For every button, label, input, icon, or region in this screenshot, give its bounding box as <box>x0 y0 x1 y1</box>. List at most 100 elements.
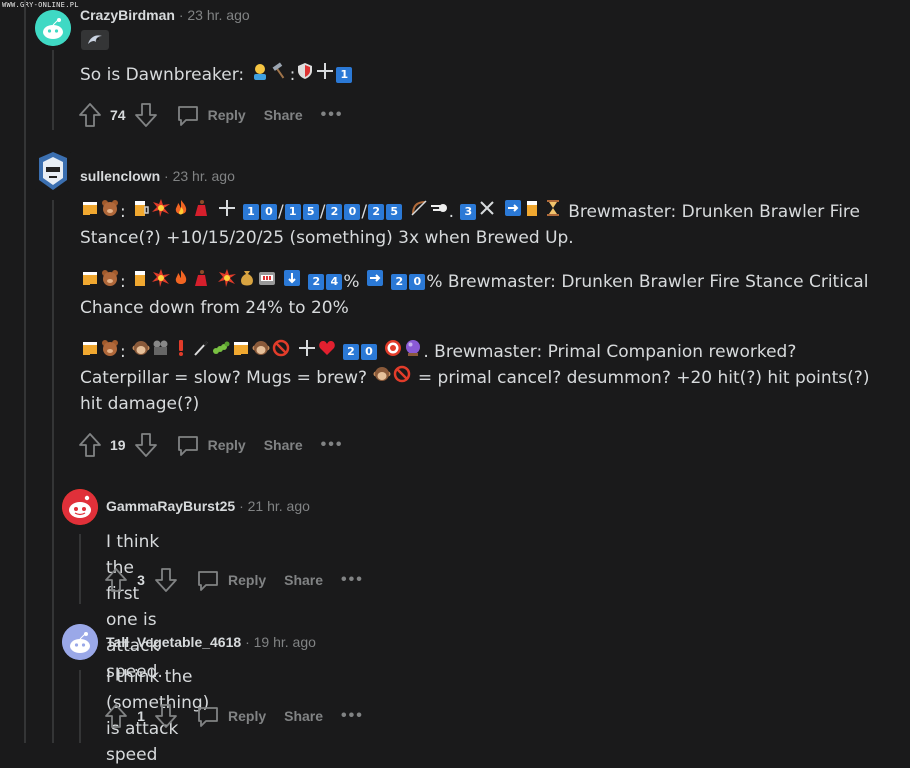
vote-count: 74 <box>110 107 126 123</box>
upvote-icon[interactable] <box>78 432 102 458</box>
team-liquid-icon <box>88 35 102 44</box>
dancer-icon <box>192 199 210 225</box>
beer-icon <box>132 199 150 225</box>
hourglass-icon <box>544 199 562 225</box>
comment-paragraph: : 2 4% 2 0% Brewmaster: Drunken Brawler Fi… <box>80 269 870 321</box>
comment-meta: CrazyBirdman · 23 hr. ago <box>80 7 250 23</box>
user-flair <box>81 30 109 50</box>
slot-machine-icon <box>258 269 276 295</box>
fire-icon <box>172 269 190 295</box>
prohibited-icon <box>272 339 290 365</box>
film-camera-icon <box>152 339 170 365</box>
author-name[interactable]: sullenclown <box>80 168 160 184</box>
bear-icon <box>101 199 119 225</box>
right-arrow-icon <box>366 269 384 295</box>
hammer-icon <box>271 62 289 88</box>
thread-line[interactable] <box>79 534 81 604</box>
snoo-avatar-icon <box>35 10 71 46</box>
thread-line[interactable] <box>52 200 54 743</box>
more-options-button[interactable]: ••• <box>321 106 344 124</box>
bear-icon <box>101 269 119 295</box>
avatar[interactable] <box>35 10 71 46</box>
keycap-1: 1 <box>336 67 353 83</box>
prohibited-icon <box>393 365 411 391</box>
vote-count: 1 <box>137 708 145 724</box>
timestamp[interactable]: 23 hr. ago <box>187 7 249 23</box>
downvote-icon[interactable] <box>134 102 158 128</box>
dash-icon <box>430 199 448 225</box>
right-arrow-icon <box>504 199 522 225</box>
comment-meta: GammaRayBurst25 · 21 hr. ago <box>106 498 310 514</box>
reply-button[interactable]: Reply <box>196 568 266 592</box>
shield-icon <box>296 62 314 88</box>
avatar[interactable] <box>62 489 98 525</box>
share-button[interactable]: Share <box>264 437 303 453</box>
reply-button[interactable]: Reply <box>176 103 246 127</box>
collision-icon <box>152 199 171 225</box>
timestamp[interactable]: 23 hr. ago <box>173 168 235 184</box>
caterpillar-icon <box>212 339 230 365</box>
more-options-button[interactable]: ••• <box>341 707 364 725</box>
reply-icon <box>177 436 198 456</box>
upvote-icon[interactable] <box>104 567 128 593</box>
crystal-ball-icon <box>404 339 422 365</box>
thread-line[interactable] <box>24 0 26 743</box>
downvote-icon[interactable] <box>154 703 178 729</box>
beer-icon <box>524 199 542 225</box>
monkey-icon <box>252 339 270 365</box>
share-button[interactable]: Share <box>284 572 323 588</box>
monkey-icon <box>373 365 391 391</box>
beer-mugs-icon <box>81 199 99 225</box>
person-blond-icon <box>251 62 269 88</box>
comment-body: I think the first one is attack speed. <box>106 532 163 682</box>
snoo-avatar-icon <box>62 489 98 525</box>
reply-button[interactable]: Reply <box>196 704 266 728</box>
author-name[interactable]: CrazyBirdman <box>80 7 175 23</box>
custom-avatar-icon <box>35 150 71 192</box>
money-bag-icon <box>238 269 256 295</box>
timestamp[interactable]: 21 hr. ago <box>248 498 310 514</box>
monkey-icon <box>132 339 150 365</box>
share-button[interactable]: Share <box>264 107 303 123</box>
beer-mugs-icon <box>232 339 250 365</box>
fire-icon <box>172 199 190 225</box>
more-options-button[interactable]: ••• <box>321 436 344 454</box>
comment-actions: 1 Reply Share ••• <box>104 703 364 729</box>
reply-icon <box>198 571 218 591</box>
watermark: WWW.GRY-ONLINE.PL <box>2 1 79 9</box>
thread-line[interactable] <box>52 50 54 130</box>
avatar[interactable] <box>62 624 98 660</box>
beer-mugs-icon <box>81 269 99 295</box>
more-options-button[interactable]: ••• <box>341 571 364 589</box>
comment-actions: 74 Reply Share ••• <box>78 102 343 128</box>
cross-icon <box>478 199 496 225</box>
comment-paragraph: : 1 0/1 5/2 0/2 5 . 3 Brewmaster: Drunken Br… <box>80 199 870 251</box>
share-button[interactable]: Share <box>284 708 323 724</box>
comment-actions: 19 Reply Share ••• <box>78 432 343 458</box>
downvote-icon[interactable] <box>154 567 178 593</box>
collision-icon <box>217 269 236 295</box>
collision-icon <box>152 269 171 295</box>
reply-button[interactable]: Reply <box>176 433 246 457</box>
upvote-icon[interactable] <box>78 102 102 128</box>
author-name[interactable]: Tall_Vegetable_4618 <box>106 634 241 650</box>
dancer-icon <box>192 269 210 295</box>
avatar[interactable] <box>35 150 71 192</box>
thread-line[interactable] <box>79 670 81 743</box>
plus-icon <box>298 339 316 365</box>
downvote-icon[interactable] <box>134 432 158 458</box>
magic-wand-icon <box>192 339 210 365</box>
snoo-avatar-icon <box>62 624 98 660</box>
beer-icon <box>132 269 150 295</box>
comment-body: So is Dawnbreaker: : 1 <box>80 62 880 88</box>
bow-arrow-icon <box>410 199 428 225</box>
bear-icon <box>101 339 119 365</box>
comment-body: : 1 0/1 5/2 0/2 5 . 3 Brewmaster: Drunken Br… <box>80 199 870 417</box>
comment-actions: 3 Reply Share ••• <box>104 567 364 593</box>
author-name[interactable]: GammaRayBurst25 <box>106 498 235 514</box>
timestamp[interactable]: 19 hr. ago <box>254 634 316 650</box>
comment-paragraph: : 20 . Brewmaster: Primal Companion rewo… <box>80 339 870 417</box>
upvote-icon[interactable] <box>104 703 128 729</box>
plus-icon <box>218 199 236 225</box>
heart-icon <box>318 339 336 365</box>
